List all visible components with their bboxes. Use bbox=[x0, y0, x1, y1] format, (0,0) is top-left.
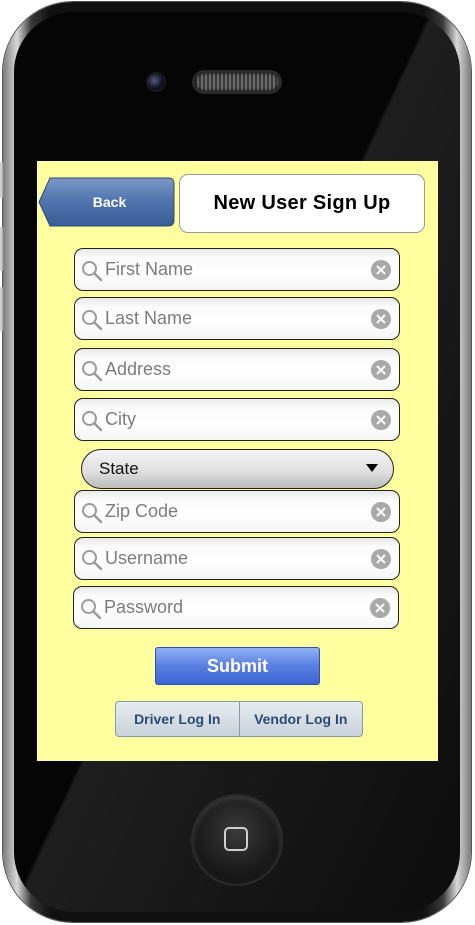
city-input[interactable] bbox=[105, 403, 360, 436]
search-icon bbox=[82, 503, 103, 524]
earpiece-speaker bbox=[195, 73, 279, 91]
clear-icon[interactable] bbox=[371, 360, 391, 380]
clear-icon[interactable] bbox=[370, 598, 390, 618]
search-icon bbox=[82, 310, 103, 331]
zip-code-field[interactable] bbox=[74, 490, 400, 533]
volume-up-button bbox=[0, 227, 4, 271]
front-camera bbox=[148, 74, 164, 90]
back-button-label: Back bbox=[92, 194, 127, 210]
password-input[interactable] bbox=[104, 591, 359, 624]
address-field[interactable] bbox=[74, 348, 400, 391]
home-button[interactable] bbox=[193, 796, 281, 884]
clear-icon[interactable] bbox=[371, 549, 391, 569]
submit-button[interactable]: Submit bbox=[155, 647, 320, 685]
last-name-field[interactable] bbox=[74, 297, 400, 340]
first-name-field[interactable] bbox=[74, 248, 400, 291]
mute-switch bbox=[0, 162, 4, 198]
state-select-value: State bbox=[99, 459, 139, 478]
volume-down-button bbox=[0, 287, 4, 331]
clear-icon[interactable] bbox=[371, 260, 391, 280]
username-input[interactable] bbox=[105, 542, 360, 575]
search-icon bbox=[82, 411, 103, 432]
state-select[interactable]: State bbox=[81, 449, 394, 489]
address-input[interactable] bbox=[105, 353, 360, 386]
vendor-login-tab[interactable]: Vendor Log In bbox=[240, 702, 363, 736]
search-icon bbox=[82, 550, 103, 571]
search-icon bbox=[82, 261, 103, 282]
clear-icon[interactable] bbox=[371, 410, 391, 430]
back-button[interactable]: Back bbox=[38, 177, 175, 227]
password-field[interactable] bbox=[73, 586, 399, 629]
search-icon bbox=[81, 599, 102, 620]
home-button-icon bbox=[224, 827, 248, 851]
clear-icon[interactable] bbox=[371, 502, 391, 522]
zip-code-input[interactable] bbox=[105, 495, 360, 528]
login-segmented-control: Driver Log In Vendor Log In bbox=[115, 701, 363, 737]
username-field[interactable] bbox=[74, 537, 400, 580]
triangle-down-icon bbox=[366, 464, 378, 472]
driver-login-tab[interactable]: Driver Log In bbox=[116, 702, 239, 736]
last-name-input[interactable] bbox=[105, 302, 360, 335]
search-icon bbox=[82, 361, 103, 382]
clear-icon[interactable] bbox=[371, 309, 391, 329]
first-name-input[interactable] bbox=[105, 253, 360, 286]
page-title: New User Sign Up bbox=[179, 174, 425, 233]
app-screen: Back New User Sign Up First Name Last Na… bbox=[37, 161, 438, 761]
city-field[interactable] bbox=[74, 398, 400, 441]
